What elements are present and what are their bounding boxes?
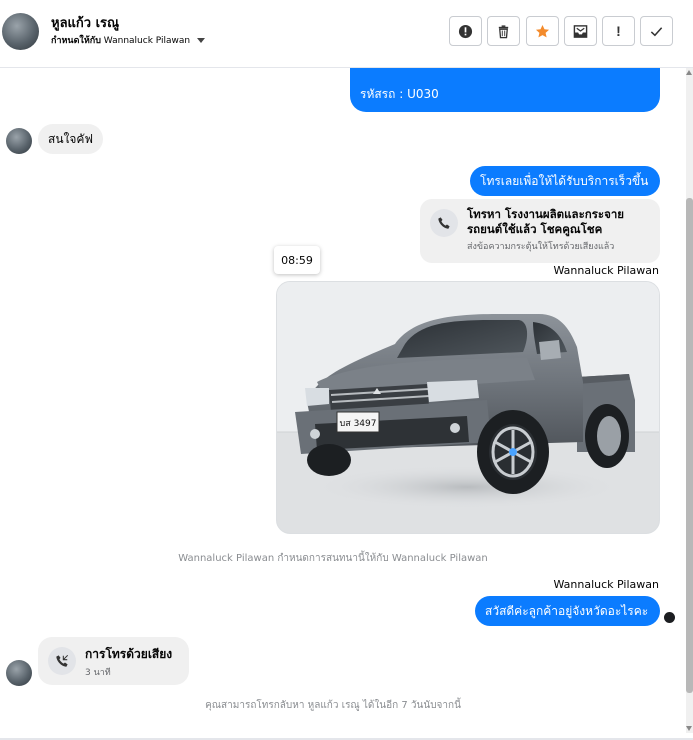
envelope-icon — [573, 24, 588, 38]
message-list[interactable]: รหัสรถ : U030 สนใจคัฟ โทรเลยเพื่อให้ได้ร… — [0, 68, 686, 733]
message-bubble-customer[interactable]: สนใจคัฟ — [38, 124, 103, 154]
phone-missed-icon — [48, 647, 76, 675]
message-text: รหัสรถ : U030 — [360, 87, 439, 101]
contact-name[interactable]: หูลแก้ว เรณู — [51, 12, 119, 33]
call-card-subtitle: ส่งข้อความกระตุ้นให้โทรด้วยเสียงแล้ว — [467, 242, 615, 252]
call-card-title: โทรหา โรงงานผลิตและกระจายรถยนต์ใช้แล้ว โ… — [467, 207, 625, 236]
license-plate-text: บส 3497 — [340, 419, 377, 429]
delete-button[interactable] — [487, 16, 520, 46]
timestamp-tooltip: 08:59 — [274, 246, 320, 274]
voice-call-card[interactable]: การโทรด้วยเสียง 3 นาที — [38, 637, 189, 685]
message-text: สวัสดีค่ะลูกค้าอยู่จังหวัดอะไรคะ — [485, 603, 649, 618]
callback-notice: คุณสามารถโทรกลับหา หูลแก้ว เรณู ได้ในอีก… — [205, 700, 461, 711]
assignee-name: Wannaluck Pilawan — [103, 36, 191, 46]
message-text: โทรเลยเพื่อให้ได้รับบริการเร็วขึ้น — [480, 173, 649, 188]
car-image: บส 3497 — [277, 282, 659, 533]
voice-call-title: การโทรด้วยเสียง — [85, 647, 173, 661]
trash-icon — [498, 24, 509, 38]
assignment-dropdown[interactable]: กำหนดให้กับ Wannaluck Pilawan — [51, 33, 205, 47]
scroll-down-arrow-icon[interactable] — [686, 726, 692, 731]
conversation-header: หูลแก้ว เรณู กำหนดให้กับ Wannaluck Pilaw… — [0, 0, 693, 68]
follow-up-button[interactable]: ! — [602, 16, 635, 46]
call-request-card[interactable]: โทรหา โรงงานผลิตและกระจายรถยนต์ใช้แล้ว โ… — [420, 199, 660, 263]
sender-name: Wannaluck Pilawan — [553, 264, 660, 277]
message-bubble-greeting[interactable]: สวัสดีค่ะลูกค้าอยู่จังหวัดอะไรคะ — [475, 596, 660, 626]
star-icon — [535, 24, 550, 37]
conversation-window: หูลแก้ว เรณู กำหนดให้กับ Wannaluck Pilaw… — [0, 0, 693, 740]
scroll-up-arrow-icon[interactable] — [686, 70, 692, 75]
message-scrollbar[interactable] — [686, 68, 693, 733]
seen-avatar-icon — [664, 612, 675, 623]
scroll-thumb[interactable] — [686, 198, 693, 693]
exclamation-icon: ! — [616, 23, 621, 39]
assign-label: กำหนดให้กับ — [51, 36, 101, 46]
mark-unread-button[interactable] — [564, 16, 597, 46]
star-button[interactable] — [526, 16, 559, 46]
chevron-down-icon — [197, 38, 205, 43]
message-bubble-car-code[interactable]: รหัสรถ : U030 — [350, 68, 660, 112]
sender-avatar[interactable] — [6, 128, 32, 154]
mark-spam-button[interactable] — [449, 16, 482, 46]
car-photo-attachment[interactable]: บส 3497 — [276, 281, 660, 534]
system-assign-notice: Wannaluck Pilawan กำหนดการสนทนานี้ให้กับ… — [178, 553, 488, 564]
message-text: สนใจคัฟ — [48, 131, 93, 146]
mark-done-button[interactable] — [640, 16, 673, 46]
message-bubble-call-prompt[interactable]: โทรเลยเพื่อให้ได้รับบริการเร็วขึ้น — [470, 166, 660, 196]
check-icon — [650, 26, 663, 36]
voice-call-duration: 3 นาที — [85, 668, 111, 678]
sender-name: Wannaluck Pilawan — [553, 578, 660, 591]
sender-avatar[interactable] — [6, 660, 32, 686]
contact-avatar[interactable] — [2, 13, 39, 50]
alert-circle-icon — [458, 24, 473, 38]
phone-icon — [430, 209, 458, 237]
